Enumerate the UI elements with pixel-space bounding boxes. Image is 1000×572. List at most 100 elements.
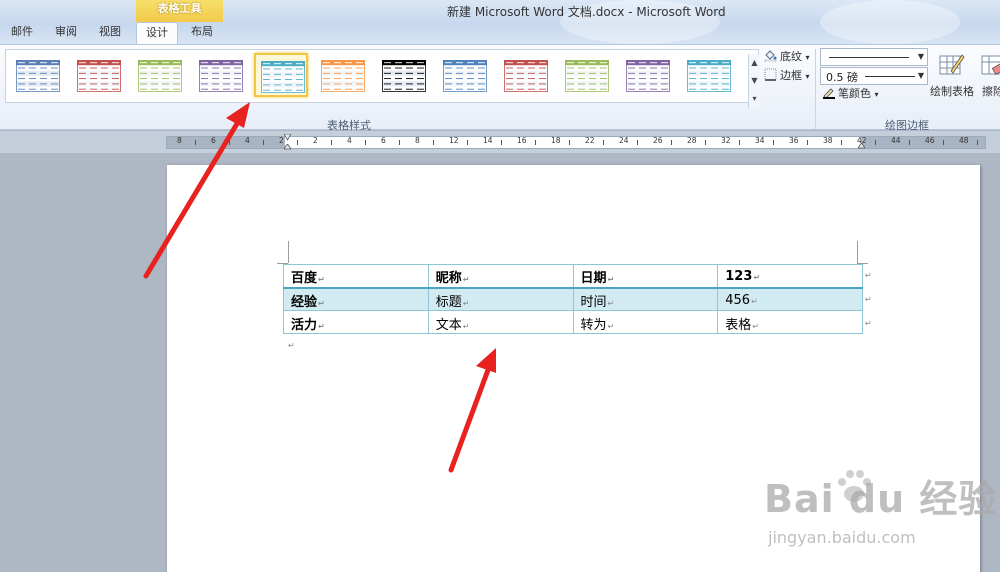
cell-text: 活力 (291, 317, 318, 333)
ruler-number: 26 (653, 136, 663, 145)
table-style-swatch[interactable] (132, 53, 186, 97)
table-style-swatch[interactable] (193, 53, 247, 97)
table-cell[interactable]: 456↵ (717, 287, 863, 311)
ruler-tick (909, 140, 910, 145)
ruler-tick (671, 140, 672, 145)
tab-mailings-label: 邮件 (11, 25, 33, 38)
cell-text: 表格 (725, 317, 752, 333)
row-end-mark: ↵ (865, 295, 872, 304)
ruler-number: 14 (483, 136, 493, 145)
table-style-preview-icon (504, 60, 548, 92)
table-cell[interactable]: 转为↵ (572, 310, 719, 334)
ruler-number: 28 (687, 136, 697, 145)
ruler-tick (365, 140, 366, 145)
cell-end-mark: ↵ (752, 321, 759, 331)
shading-button[interactable]: 底纹 ▾ (764, 48, 810, 66)
table-style-swatch[interactable] (71, 53, 125, 97)
table-style-preview-icon (382, 60, 426, 92)
ruler-number: 4 (245, 136, 250, 145)
indent-marker-icon[interactable] (284, 134, 291, 141)
cell-end-mark: ↵ (607, 321, 615, 331)
table-style-preview-icon (261, 61, 305, 93)
borders-button[interactable]: 边框 ▾ (764, 67, 810, 85)
line-weight-value: 0.5 磅 (826, 71, 858, 84)
gallery-up-icon[interactable]: ▲ (749, 54, 760, 72)
tab-design[interactable]: 设计 (136, 22, 178, 45)
table-style-gallery: ▲ ▼ ▾ (5, 49, 760, 108)
draw-table-button[interactable]: 绘制表格 (930, 51, 974, 99)
ruler-tick (467, 140, 468, 145)
draw-table-label: 绘制表格 (930, 85, 974, 98)
table-style-swatch[interactable] (376, 53, 430, 97)
tab-view-label: 视图 (99, 25, 121, 38)
cell-text: 转为 (580, 317, 607, 333)
cell-text: 文本 (435, 317, 462, 333)
ruler-number: 24 (619, 136, 629, 145)
ruler-number: 6 (211, 136, 216, 145)
pen-color-button[interactable]: 笔颜色 ▾ (822, 85, 879, 103)
table-style-swatch[interactable] (10, 53, 64, 97)
table-cell[interactable]: 文本↵ (427, 310, 574, 334)
eraser-label: 擦除 (982, 85, 1000, 98)
table-cell[interactable]: 昵称↵ (427, 264, 574, 289)
ribbon: ▲ ▼ ▾ 表格样式 底纹 ▾ 边框 ▾ ▼ 0.5 磅 ▼ 笔颜色 ▾ 绘制表… (0, 44, 1000, 132)
hanging-indent-icon[interactable] (284, 144, 291, 151)
ruler-number: 34 (755, 136, 765, 145)
table-cell[interactable]: 时间↵ (572, 287, 719, 311)
ruler-tick (569, 140, 570, 145)
table-style-swatch[interactable] (559, 53, 613, 97)
ruler-number: 2 (313, 136, 318, 145)
baidu-watermark: Bai du 经验 jingyan.baidu.com (764, 468, 996, 558)
cell-end-mark: ↵ (462, 298, 470, 308)
table-cell[interactable]: 百度↵ (283, 264, 429, 289)
table-cell[interactable]: 活力↵ (283, 310, 429, 334)
borders-label: 边框 (780, 69, 802, 82)
gallery-down-icon[interactable]: ▼ (749, 72, 760, 90)
ruler-tick (229, 140, 230, 145)
table-cell[interactable]: 标题↵ (427, 287, 574, 311)
table-style-swatch[interactable] (437, 53, 491, 97)
table-cell[interactable]: 表格↵ (717, 310, 863, 334)
ruler-number: 16 (517, 136, 527, 145)
table-cell[interactable]: 日期↵ (572, 264, 719, 289)
table-style-preview-icon (321, 60, 365, 92)
table-cell[interactable]: 经验↵ (283, 287, 429, 311)
ruler-number: 12 (449, 136, 459, 145)
cell-text: 标题 (435, 294, 462, 310)
table-style-swatch[interactable] (498, 53, 552, 97)
table-style-swatch[interactable] (620, 53, 674, 97)
ruler-number: 48 (959, 136, 969, 145)
eraser-button[interactable]: 擦除 (976, 51, 1000, 99)
paragraph-mark: ↵ (288, 341, 295, 350)
tab-design-label: 设计 (146, 26, 168, 39)
cell-text: 日期 (580, 271, 607, 287)
gallery-scrollbar[interactable]: ▲ ▼ ▾ (748, 54, 760, 108)
table-style-swatch[interactable] (254, 53, 308, 97)
table-cell[interactable]: 123↵ (717, 264, 863, 289)
cell-end-mark: ↵ (462, 275, 470, 285)
tab-review[interactable]: 审阅 (48, 22, 84, 44)
right-indent-icon[interactable] (858, 143, 865, 150)
cell-text: 时间 (580, 294, 607, 310)
line-weight-select[interactable]: 0.5 磅 ▼ (820, 67, 928, 85)
gallery-more-icon[interactable]: ▾ (749, 90, 760, 108)
ruler-tick (399, 140, 400, 145)
document-table[interactable]: 百度↵ 昵称↵ 日期↵ 123↵ 经验↵ 标题↵ 时间↵ 456↵ 活力↵ 文本↵ 转为↵ 表格↵ (283, 264, 863, 334)
ruler-tick (637, 140, 638, 145)
tab-view[interactable]: 视图 (92, 22, 128, 44)
ruler-number: 36 (789, 136, 799, 145)
table-style-preview-icon (687, 60, 731, 92)
table-style-swatch[interactable] (681, 53, 735, 97)
table-style-swatch[interactable] (315, 53, 369, 97)
line-style-select[interactable]: ▼ (820, 48, 928, 66)
tab-layout[interactable]: 布局 (182, 22, 222, 44)
ruler-number: 8 (415, 136, 420, 145)
ruler-number: 4 (347, 136, 352, 145)
tab-mailings[interactable]: 邮件 (4, 22, 40, 44)
cell-text: 123 (725, 269, 753, 285)
cell-end-mark: ↵ (462, 321, 470, 331)
ruler-tick (263, 140, 264, 145)
cell-end-mark: ↵ (753, 273, 761, 283)
title-bar: 表格工具 新建 Microsoft Word 文档.docx - Microso… (0, 0, 1000, 45)
window-title: 新建 Microsoft Word 文档.docx - Microsoft Wo… (447, 5, 726, 19)
